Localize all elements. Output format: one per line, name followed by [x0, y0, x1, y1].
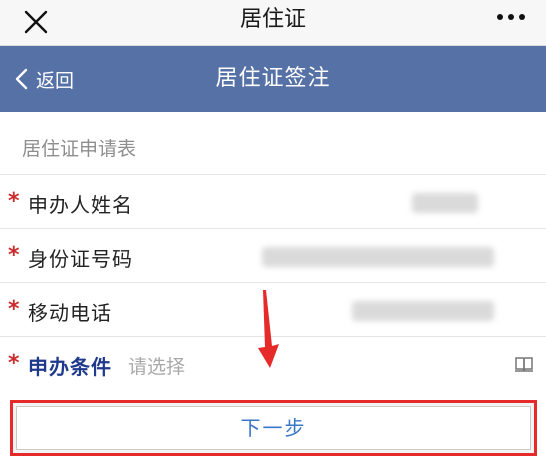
field-mobile-phone[interactable]: * 移动电话 [0, 282, 546, 336]
page-title: 居住证签注 [215, 66, 331, 91]
app-header: 返回 居住证签注 [0, 46, 546, 112]
field-label: 申办条件 [28, 355, 112, 379]
field-applicant-name[interactable]: * 申办人姓名 [0, 174, 546, 228]
redacted-value [412, 193, 478, 213]
redacted-value [352, 301, 494, 321]
more-dots-icon[interactable] [496, 12, 526, 22]
required-mark: * [8, 189, 20, 214]
field-label: 移动电话 [28, 301, 112, 325]
required-mark: * [8, 243, 20, 268]
next-button-highlight: 下一步 [10, 400, 537, 456]
field-application-condition[interactable]: * 申办条件 请选择 [0, 336, 546, 390]
required-mark: * [8, 297, 20, 322]
wechat-title-bar: 居住证 [0, 0, 546, 46]
wechat-page-title: 居住证 [239, 7, 306, 32]
required-mark: * [8, 351, 20, 376]
next-step-button[interactable]: 下一步 [16, 406, 531, 450]
field-id-number[interactable]: * 身份证号码 [0, 228, 546, 282]
form-heading: 居住证申请表 [22, 138, 137, 160]
redacted-value [262, 247, 494, 267]
select-placeholder[interactable]: 请选择 [128, 352, 185, 379]
field-label: 申办人姓名 [28, 193, 133, 217]
book-icon[interactable] [514, 355, 534, 373]
field-label: 身份证号码 [28, 247, 133, 271]
